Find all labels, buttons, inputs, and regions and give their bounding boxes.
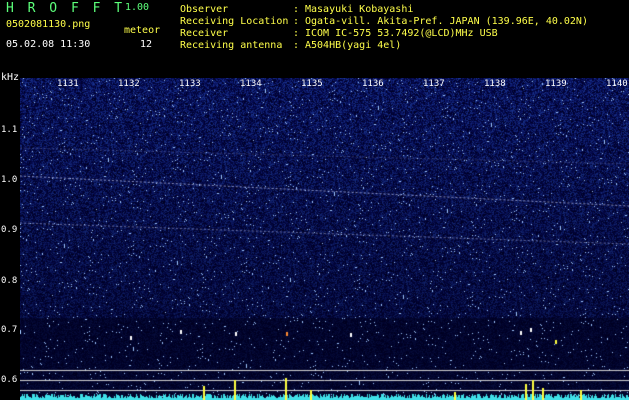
x-tick-label: 1136 <box>362 79 384 89</box>
app-version: 1.00 <box>125 2 150 13</box>
y-tick-label: 1.0 <box>1 175 18 185</box>
receiver-colon: : <box>293 28 300 39</box>
meteor-count-value: 12 <box>140 39 153 50</box>
location-value: Ogata-vill. Akita-Pref. JAPAN (139.96E, … <box>305 16 588 27</box>
image-filename: 0502081130.png <box>6 19 91 30</box>
x-tick-label: 1138 <box>484 79 506 89</box>
x-tick-label: 1139 <box>545 79 567 89</box>
x-tick-label: 1135 <box>301 79 323 89</box>
y-tick-label: 0.9 <box>1 225 18 235</box>
y-tick-label: 0.6 <box>1 375 18 385</box>
hroft-window: H R O F F T 1.00 0502081130.png meteor 0… <box>0 0 629 400</box>
y-tick-label: 0.8 <box>1 276 18 286</box>
x-tick-label: 1137 <box>423 79 445 89</box>
x-tick-label: 1134 <box>240 79 262 89</box>
y-tick-label: 1.1 <box>1 125 18 135</box>
antenna-label: Receiving antenna <box>180 40 283 51</box>
x-tick-label: 1132 <box>118 79 140 89</box>
spectrogram-canvas <box>20 78 629 400</box>
x-tick-label: 1140 <box>606 79 628 89</box>
antenna-colon: : <box>293 40 300 51</box>
observer-label: Observer <box>180 4 229 15</box>
meteor-count-label: meteor <box>124 25 161 36</box>
y-axis-unit: kHz <box>1 72 20 83</box>
app-logo: H R O F F T <box>6 1 126 16</box>
receiver-label: Receiver <box>180 28 229 39</box>
observer-colon: : <box>293 4 300 15</box>
location-colon: : <box>293 16 300 27</box>
y-tick-label: 0.7 <box>1 325 18 335</box>
receiver-value: ICOM IC-575 53.7492(@LCD)MHz USB <box>305 28 498 39</box>
observation-datetime: 05.02.08 11:30 <box>6 39 91 50</box>
x-tick-label: 1131 <box>57 79 79 89</box>
location-label: Receiving Location <box>180 16 289 27</box>
x-tick-label: 1133 <box>179 79 201 89</box>
observer-value: Masayuki Kobayashi <box>305 4 414 15</box>
antenna-value: A504HB(yagi 4el) <box>305 40 402 51</box>
